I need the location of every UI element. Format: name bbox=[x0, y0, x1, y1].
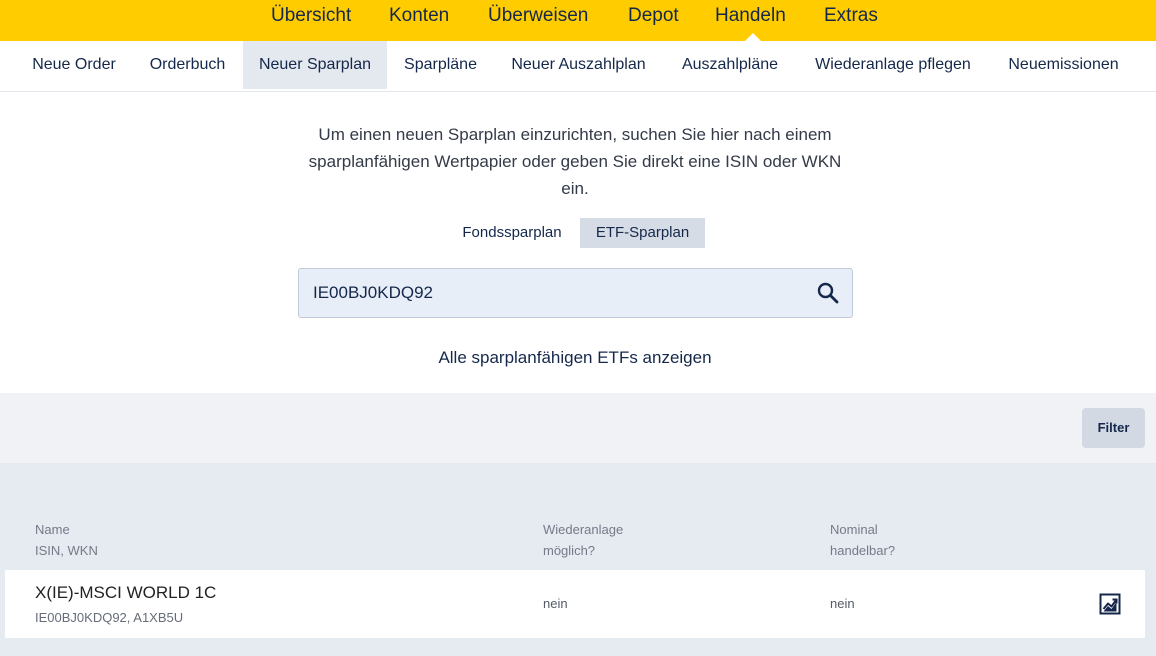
search-box bbox=[298, 268, 853, 318]
column-header-name-line2: ISIN, WKN bbox=[35, 543, 98, 558]
column-header-reinvest-line1: Wiederanlage bbox=[543, 522, 624, 537]
nominal-value: nein bbox=[830, 596, 855, 611]
active-nav-indicator bbox=[745, 33, 761, 41]
top-nav-uebersicht[interactable]: Übersicht bbox=[271, 5, 351, 27]
column-header-nominal: Nominal handelbar? bbox=[830, 519, 895, 561]
top-nav-depot[interactable]: Depot bbox=[628, 5, 679, 27]
column-header-nominal-line2: handelbar? bbox=[830, 543, 896, 558]
column-header-reinvest: Wiederanlage möglich? bbox=[543, 519, 623, 561]
security-isin-wkn: IE00BJ0KDQ92, A1XB5U bbox=[35, 610, 184, 625]
filter-bar: Filter bbox=[0, 393, 1156, 463]
column-header-name-line1: Name bbox=[35, 522, 70, 537]
sub-nav: Neue Order Orderbuch Neuer Sparplan Spar… bbox=[0, 41, 1156, 92]
subnav-auszahlplaene[interactable]: Auszahlpläne bbox=[668, 41, 792, 89]
subnav-neuer-auszahlplan[interactable]: Neuer Auszahlplan bbox=[496, 41, 661, 89]
tab-fondssparplan[interactable]: Fondssparplan bbox=[451, 218, 573, 248]
top-nav: Übersicht Konten Überweisen Depot Handel… bbox=[0, 0, 1156, 41]
security-name[interactable]: X(IE)-MSCI WORLD 1C bbox=[35, 583, 216, 603]
subnav-orderbuch[interactable]: Orderbuch bbox=[136, 41, 239, 89]
subnav-neuer-sparplan[interactable]: Neuer Sparplan bbox=[243, 41, 387, 89]
column-header-reinvest-line2: möglich? bbox=[543, 543, 596, 558]
top-nav-ueberweisen[interactable]: Überweisen bbox=[488, 5, 588, 27]
results-section: Name ISIN, WKN Wiederanlage möglich? Nom… bbox=[0, 463, 1156, 656]
top-nav-extras[interactable]: Extras bbox=[824, 5, 878, 27]
chart-icon[interactable] bbox=[1099, 593, 1121, 615]
reinvest-value: nein bbox=[543, 596, 568, 611]
all-etfs-link[interactable]: Alle sparplanfähigen ETFs anzeigen bbox=[300, 348, 850, 368]
column-header-name: Name ISIN, WKN bbox=[35, 519, 98, 561]
top-nav-handeln[interactable]: Handeln bbox=[715, 5, 786, 27]
subnav-neuemissionen[interactable]: Neuemissionen bbox=[995, 41, 1132, 89]
tab-etf-sparplan[interactable]: ETF-Sparplan bbox=[580, 218, 705, 248]
search-icon[interactable] bbox=[816, 281, 840, 305]
subnav-wiederanlage-pflegen[interactable]: Wiederanlage pflegen bbox=[798, 41, 988, 89]
subnav-sparplaene[interactable]: Sparpläne bbox=[392, 41, 489, 89]
search-input[interactable] bbox=[313, 269, 793, 317]
intro-text: Um einen neuen Sparplan einzurichten, su… bbox=[308, 125, 842, 198]
top-nav-konten[interactable]: Konten bbox=[389, 5, 449, 27]
table-row[interactable]: X(IE)-MSCI WORLD 1C IE00BJ0KDQ92, A1XB5U… bbox=[5, 570, 1145, 638]
filter-button[interactable]: Filter bbox=[1082, 408, 1145, 448]
column-header-nominal-line1: Nominal bbox=[830, 522, 878, 537]
subnav-neue-order[interactable]: Neue Order bbox=[18, 41, 130, 89]
